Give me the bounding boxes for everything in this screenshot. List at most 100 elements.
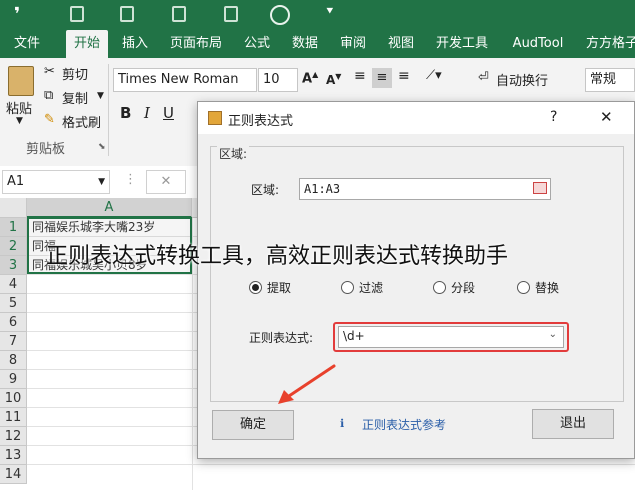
range-picker-icon[interactable] bbox=[533, 182, 547, 194]
row-header[interactable]: 12 bbox=[0, 427, 27, 446]
exit-button-label: 退出 bbox=[559, 416, 586, 431]
align-top-icon[interactable]: ≡ bbox=[354, 68, 366, 84]
close-icon[interactable]: ✕ bbox=[600, 108, 613, 126]
help-button[interactable]: ? bbox=[550, 109, 557, 125]
tab-page-layout[interactable]: 页面布局 bbox=[164, 30, 228, 58]
font-name-value: Times New Roman bbox=[118, 72, 239, 87]
formula-bar-divider: ⋮ bbox=[124, 172, 137, 187]
redo-icon[interactable] bbox=[120, 6, 134, 22]
copy-dropdown-icon[interactable]: ▼ bbox=[97, 91, 104, 101]
cell-a1[interactable]: 同福娱乐城李大嘴23岁 bbox=[32, 218, 190, 237]
customize-icon[interactable]: ⯆ bbox=[325, 4, 335, 19]
tab-home[interactable]: 开始 bbox=[66, 30, 108, 58]
dialog-launcher-icon[interactable]: ⬊ bbox=[98, 142, 106, 152]
name-box[interactable]: A1 ▼ bbox=[2, 170, 110, 194]
name-box-value: A1 bbox=[7, 174, 25, 189]
open-icon[interactable] bbox=[172, 6, 186, 22]
exit-button[interactable]: 退出 bbox=[532, 409, 614, 439]
radio-extract-label[interactable]: 提取 bbox=[267, 279, 291, 296]
orientation-icon[interactable]: ⟋▾ bbox=[426, 68, 442, 83]
range-input-value: A1:A3 bbox=[304, 182, 341, 196]
radio-extract[interactable] bbox=[249, 281, 262, 294]
ok-button-label: 确定 bbox=[239, 417, 266, 432]
radio-filter[interactable] bbox=[341, 281, 354, 294]
italic-button[interactable]: I bbox=[144, 104, 150, 122]
radio-replace[interactable] bbox=[517, 281, 530, 294]
copy-button[interactable]: 复制 bbox=[62, 88, 88, 107]
row-header[interactable]: 10 bbox=[0, 389, 27, 408]
chevron-down-icon[interactable]: ⌄ bbox=[549, 329, 557, 340]
regex-label: 正则表达式: bbox=[249, 331, 314, 345]
info-icon: ℹ bbox=[340, 417, 345, 430]
regex-select[interactable]: \d+ ⌄ bbox=[338, 326, 564, 348]
wrap-text-icon[interactable]: ⏎ bbox=[478, 70, 489, 85]
tab-developer[interactable]: 开发工具 bbox=[430, 30, 494, 58]
tab-fangfanggezi[interactable]: 方方格子 bbox=[580, 30, 635, 58]
chevron-down-icon[interactable]: ▼ bbox=[16, 116, 23, 126]
tab-insert[interactable]: 插入 bbox=[114, 30, 156, 58]
bold-button[interactable]: B bbox=[120, 104, 131, 122]
radio-split[interactable] bbox=[433, 281, 446, 294]
tab-formulas[interactable]: 公式 bbox=[236, 30, 278, 58]
tab-data[interactable]: 数据 bbox=[284, 30, 326, 58]
regex-reference-link[interactable]: 正则表达式参考 bbox=[362, 416, 446, 433]
paste-icon[interactable] bbox=[8, 66, 34, 96]
undo-icon[interactable] bbox=[70, 6, 84, 22]
chevron-down-icon[interactable]: ▼ bbox=[98, 171, 105, 193]
align-middle-icon[interactable]: ≡ bbox=[372, 68, 392, 88]
row-header[interactable]: 9 bbox=[0, 370, 27, 389]
row-header[interactable]: 3 bbox=[0, 256, 27, 275]
row-header[interactable]: 4 bbox=[0, 275, 27, 294]
row-header[interactable]: 5 bbox=[0, 294, 27, 313]
group-divider bbox=[108, 64, 109, 156]
clipboard-group-label: 剪贴板 bbox=[26, 142, 66, 157]
ok-button[interactable]: 确定 bbox=[212, 410, 294, 440]
font-size-value: 10 bbox=[263, 72, 280, 87]
cut-icon[interactable]: ✂ bbox=[44, 64, 55, 79]
font-size-select[interactable]: 10 bbox=[258, 68, 298, 92]
row-header[interactable]: 2 bbox=[0, 237, 27, 256]
cancel-entry-button[interactable]: ✕ bbox=[146, 170, 186, 194]
radio-filter-label[interactable]: 过滤 bbox=[359, 279, 383, 296]
radio-replace-label[interactable]: 替换 bbox=[535, 279, 559, 296]
row-header[interactable]: 1 bbox=[0, 218, 27, 237]
dialog-app-icon bbox=[208, 111, 222, 125]
copy-icon[interactable]: ⧉ bbox=[44, 88, 53, 103]
row-header[interactable]: 11 bbox=[0, 408, 27, 427]
decrease-font-icon[interactable]: A▼ bbox=[326, 72, 341, 87]
quick-access-toolbar: ❜ ⯆ bbox=[0, 0, 635, 30]
increase-font-icon[interactable]: A▲ bbox=[302, 70, 318, 86]
tab-review[interactable]: 审阅 bbox=[332, 30, 374, 58]
dialog-titlebar[interactable]: 正则表达式 ? ✕ bbox=[198, 102, 634, 134]
range-input[interactable]: A1:A3 bbox=[299, 178, 551, 200]
range-label: 区域: bbox=[251, 183, 280, 197]
font-name-select[interactable]: Times New Roman bbox=[113, 68, 257, 92]
number-format-select[interactable]: 常规 bbox=[585, 68, 635, 92]
row-header[interactable]: 8 bbox=[0, 351, 27, 370]
dialog-title: 正则表达式 bbox=[228, 114, 294, 129]
column-header-a[interactable]: A bbox=[27, 198, 192, 218]
format-painter-icon[interactable]: ✎ bbox=[44, 112, 55, 127]
annotation-arrow bbox=[278, 364, 336, 404]
row-header[interactable]: 14 bbox=[0, 465, 27, 484]
radio-split-label[interactable]: 分段 bbox=[451, 279, 475, 296]
wrap-text-button[interactable]: 自动换行 bbox=[496, 70, 548, 89]
row-header[interactable]: 13 bbox=[0, 446, 27, 465]
row-header[interactable]: 6 bbox=[0, 313, 27, 332]
print-icon[interactable] bbox=[224, 6, 238, 22]
align-bottom-icon[interactable]: ≡ bbox=[398, 68, 410, 84]
tab-file[interactable]: 文件 bbox=[4, 30, 50, 58]
circle-icon[interactable] bbox=[270, 5, 290, 25]
regex-select-value: \d+ bbox=[343, 329, 365, 343]
group-label: 区域: bbox=[217, 145, 250, 162]
tab-view[interactable]: 视图 bbox=[380, 30, 422, 58]
format-painter-button[interactable]: 格式刷 bbox=[62, 112, 101, 131]
select-all-corner[interactable] bbox=[0, 198, 27, 218]
row-header[interactable]: 7 bbox=[0, 332, 27, 351]
tab-audtool[interactable]: AudTool bbox=[504, 30, 572, 58]
paste-button[interactable]: 粘贴 bbox=[6, 98, 32, 117]
underline-button[interactable]: U bbox=[163, 104, 174, 122]
save-icon[interactable]: ❜ bbox=[14, 4, 20, 25]
gridline bbox=[27, 464, 635, 465]
cut-button[interactable]: 剪切 bbox=[62, 64, 88, 83]
